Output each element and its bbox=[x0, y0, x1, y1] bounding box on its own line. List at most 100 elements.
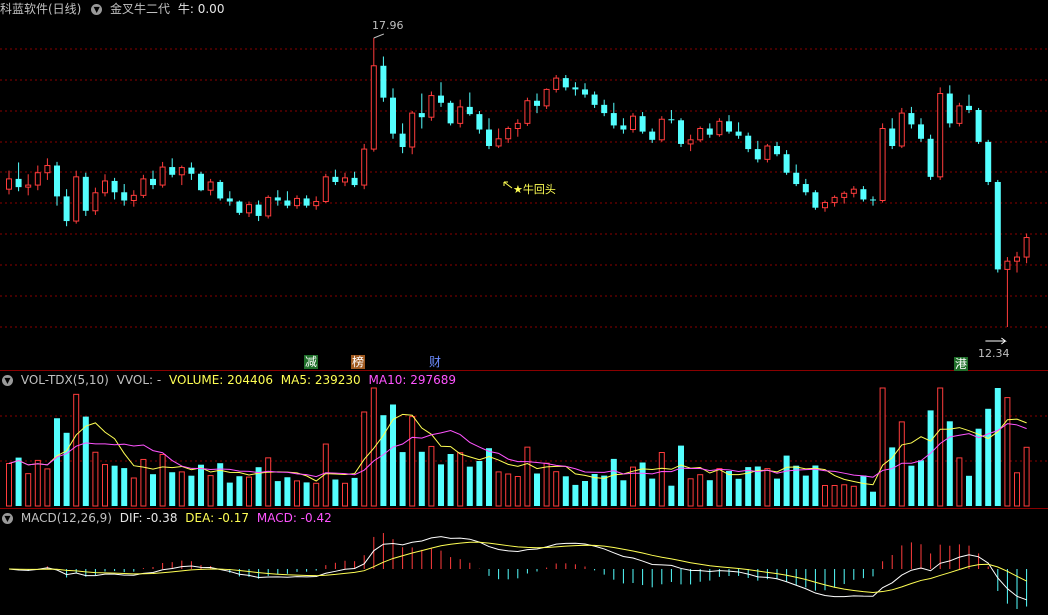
volume-bar bbox=[966, 475, 972, 506]
volume-bar bbox=[754, 466, 761, 506]
candle-body bbox=[92, 192, 99, 212]
candle-body bbox=[380, 65, 387, 98]
dea-line bbox=[8, 541, 1027, 594]
event-tag-finance[interactable]: 财 bbox=[428, 355, 442, 369]
candle-body bbox=[361, 148, 368, 186]
volume-bar bbox=[121, 468, 128, 506]
volume-bar bbox=[188, 475, 195, 506]
candle-body bbox=[716, 120, 723, 136]
collapse-icon[interactable]: ▼ bbox=[2, 375, 13, 386]
candle-body bbox=[630, 115, 636, 131]
volume-bar bbox=[860, 475, 867, 506]
candle-body bbox=[25, 184, 32, 188]
volume-bar bbox=[994, 388, 1001, 506]
candle-body bbox=[265, 196, 272, 217]
volume-bar bbox=[370, 387, 377, 507]
volume-bar bbox=[783, 455, 790, 506]
candle-body bbox=[466, 106, 473, 115]
volume-bar bbox=[687, 478, 694, 507]
candle-body bbox=[150, 178, 156, 186]
high-price-label: 17.96 bbox=[372, 19, 404, 32]
dif-value: DIF: -0.38 bbox=[119, 511, 178, 525]
candle-body bbox=[543, 88, 550, 107]
indicator-name: 金叉牛二代 bbox=[110, 2, 171, 16]
price-panel[interactable]: 科蓝软件(日线) ▼ 金叉牛二代 牛: 0.00 17.96 12.34 ★牛回… bbox=[0, 0, 1048, 371]
volume-bar bbox=[649, 478, 656, 506]
macd-panel[interactable]: ▼ MACD(12,26,9) DIF: -0.38 DEA: -0.17 MA… bbox=[0, 509, 1048, 615]
volume-bar bbox=[985, 408, 992, 506]
volume-bar bbox=[764, 468, 771, 507]
dea-value: DEA: -0.17 bbox=[185, 511, 250, 525]
volume-bar bbox=[63, 432, 70, 506]
candle-body bbox=[1023, 237, 1030, 258]
candle-body bbox=[169, 167, 176, 175]
candle-body bbox=[706, 128, 713, 135]
candle-body bbox=[34, 172, 41, 186]
candle-body bbox=[927, 138, 934, 177]
volume-panel[interactable]: ▼ VOL-TDX(5,10) VVOL: - VOLUME: 204406 M… bbox=[0, 371, 1048, 508]
volume-bar bbox=[534, 473, 540, 506]
volume-bar bbox=[735, 478, 742, 506]
dif-line bbox=[8, 536, 1027, 601]
candle-body bbox=[582, 89, 588, 95]
vvol-value: VVOL: - bbox=[116, 373, 162, 387]
volume-bar bbox=[274, 481, 281, 506]
candle-body bbox=[908, 113, 915, 125]
volume-bar bbox=[822, 485, 828, 507]
volume-bar bbox=[505, 473, 512, 507]
candle-body bbox=[966, 105, 972, 110]
candle-body bbox=[975, 109, 982, 142]
volume-bar bbox=[812, 465, 819, 506]
volume-bar bbox=[870, 491, 876, 506]
volume-bar bbox=[697, 474, 704, 507]
candle-body bbox=[831, 196, 838, 204]
candle-body bbox=[735, 131, 742, 136]
candle-body bbox=[255, 204, 262, 216]
candle-body bbox=[207, 181, 214, 191]
volume-bar bbox=[658, 452, 665, 507]
event-tag-rank[interactable]: 榜 bbox=[351, 355, 366, 369]
candle-body bbox=[879, 128, 886, 201]
candle-body bbox=[351, 177, 358, 186]
candle-body bbox=[946, 93, 953, 124]
volume-bar bbox=[610, 458, 617, 506]
candle-body bbox=[774, 145, 780, 155]
candle-body bbox=[303, 198, 310, 206]
volume-bar bbox=[908, 465, 915, 506]
collapse-icon[interactable]: ▼ bbox=[91, 4, 103, 15]
volume-value: VOLUME: 204406 bbox=[169, 373, 273, 387]
candle-body bbox=[217, 181, 224, 199]
candle-body bbox=[514, 122, 521, 130]
candle-body bbox=[111, 180, 118, 193]
volume-bar bbox=[716, 468, 723, 507]
candle-body bbox=[6, 178, 12, 190]
candle-body bbox=[486, 129, 492, 146]
candle-body bbox=[639, 116, 646, 132]
volume-bar bbox=[150, 474, 156, 506]
volume-bar bbox=[111, 465, 118, 506]
volume-chart[interactable] bbox=[0, 371, 1048, 508]
candle-body bbox=[956, 105, 963, 124]
volume-bar bbox=[169, 472, 176, 506]
candle-body bbox=[284, 200, 291, 206]
volume-bar bbox=[841, 484, 848, 507]
ma5-value: MA5: 239230 bbox=[280, 373, 361, 387]
event-tag-reduce[interactable]: 减 bbox=[304, 355, 319, 369]
event-tag-hk[interactable]: 港 bbox=[954, 357, 969, 371]
volume-bar bbox=[668, 485, 675, 506]
volume-bar bbox=[226, 482, 233, 506]
candle-body bbox=[678, 120, 684, 144]
candle-body bbox=[447, 102, 454, 124]
candle-body bbox=[505, 128, 512, 140]
volume-bar bbox=[44, 468, 51, 507]
candle-body bbox=[1004, 260, 1011, 270]
candle-body bbox=[687, 139, 694, 145]
candle-body bbox=[188, 167, 195, 174]
collapse-icon[interactable]: ▼ bbox=[2, 513, 13, 524]
macd-indicator-name: MACD(12,26,9) bbox=[20, 511, 112, 525]
volume-bar bbox=[178, 471, 185, 507]
volume-bar bbox=[495, 471, 502, 507]
candle-body bbox=[495, 138, 502, 147]
volume-bar bbox=[380, 415, 387, 506]
candle-body bbox=[332, 176, 339, 182]
